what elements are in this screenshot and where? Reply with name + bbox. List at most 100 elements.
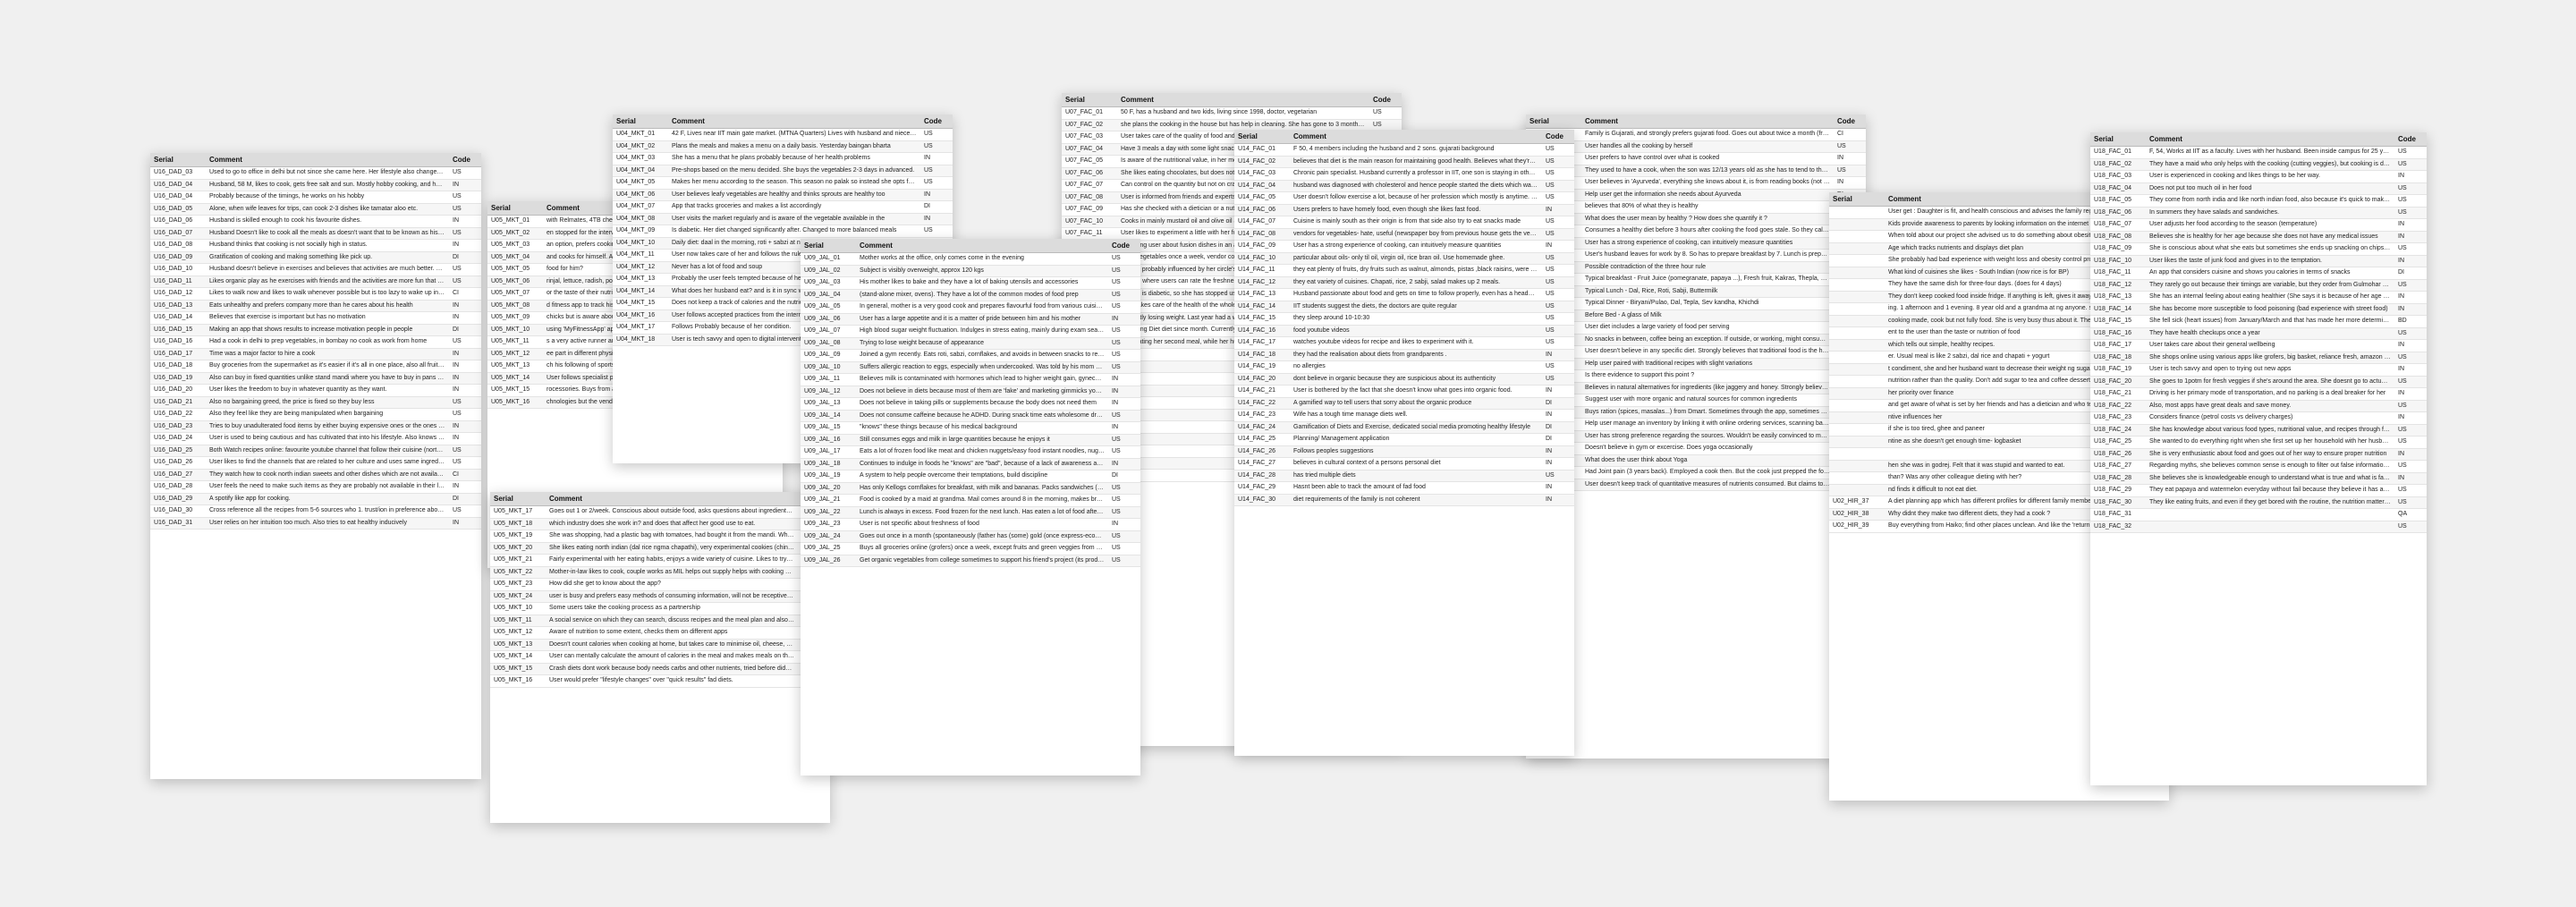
code-cell: US xyxy=(920,128,953,141)
table-row: U14_FAC_16 food youtube videos US xyxy=(1234,325,1574,337)
serial-cell: U16_DAD_04 xyxy=(150,191,206,204)
serial-cell: U09_JAL_09 xyxy=(801,349,856,362)
table-row: U14_FAC_23 Wife has a tough time manage d… xyxy=(1234,409,1574,422)
comment-cell: She has an internal feeling about eating… xyxy=(2146,291,2394,304)
table-row: U18_FAC_11 An app that considers cuisine … xyxy=(2090,267,2427,280)
comment-cell: Before Bed - A glass of Milk xyxy=(1581,309,1834,322)
code-cell: IN xyxy=(1542,457,1574,470)
serial-cell xyxy=(1829,315,1885,327)
code-cell: IN xyxy=(449,179,481,191)
serial-cell: U14_FAC_23 xyxy=(1234,409,1290,422)
comment-cell: Mother-in-law likes to cook, couple work… xyxy=(546,566,798,579)
table-row: U14_FAC_30 diet requirements of the famil… xyxy=(1234,494,1574,506)
serial-cell: U05_MKT_01 xyxy=(487,215,543,228)
serial-cell: U18_FAC_25 xyxy=(2090,436,2146,449)
comment-cell: A system to help people overcome their t… xyxy=(856,470,1108,483)
comment-cell: Believes in natural alternatives for ing… xyxy=(1581,382,1834,394)
serial-cell xyxy=(1829,351,1885,364)
serial-cell: U14_FAC_12 xyxy=(1234,276,1290,289)
table-row: U18_FAC_30 They like eating fruits, and e… xyxy=(2090,496,2427,509)
comment-cell: vendors for vegetables- hate, useful (ne… xyxy=(1290,228,1542,241)
comment-cell: Eats a lot of frozen food like meat and … xyxy=(856,445,1108,459)
comment-cell: they eat variety of cuisines. Chapati, r… xyxy=(1290,276,1542,289)
comment-cell: Also, most apps have great deals and sav… xyxy=(2146,400,2394,412)
serial-cell: U05_MKT_16 xyxy=(490,674,546,688)
table-row: U18_FAC_03 User is experienced in cooking… xyxy=(2090,170,2427,183)
code-cell: US xyxy=(1542,156,1574,168)
table-row: U15_FAC_04They used to have a cook, when… xyxy=(1526,165,1866,177)
code-cell: US xyxy=(1542,470,1574,482)
code-cell: US xyxy=(2394,460,2427,473)
serial-cell: U04_MKT_06 xyxy=(613,189,668,201)
code-cell: DI xyxy=(449,251,481,264)
serial-header: Serial xyxy=(801,239,856,253)
comment-cell: Goes out once in a month (spontaneously … xyxy=(856,530,1108,543)
serial-cell: U05_MKT_12 xyxy=(487,348,543,360)
serial-cell: U05_MKT_20 xyxy=(490,542,546,555)
code-cell: IN xyxy=(449,311,481,325)
table-row: U18_FAC_13 She has an internal feeling ab… xyxy=(2090,291,2427,304)
code-cell: IN xyxy=(449,517,481,530)
serial-header: Serial xyxy=(1526,114,1581,129)
serial-cell: U16_DAD_05 xyxy=(150,203,206,216)
serial-cell: U07_FAC_11 xyxy=(1062,227,1117,241)
comment-cell: No snacks in between, coffee being an ex… xyxy=(1581,334,1834,346)
comment-cell: Cuisine is mainly south as their origin … xyxy=(1290,216,1542,229)
table-row: U09_JAL_22 Lunch is always in excess. Foo… xyxy=(801,506,1140,519)
code-cell: IN xyxy=(1108,458,1140,470)
code-cell: US xyxy=(1542,360,1574,374)
comment-cell: In summers they have salads and sandwich… xyxy=(2146,207,2394,219)
serial-cell: U09_JAL_05 xyxy=(801,301,856,314)
serial-cell: U14_FAC_13 xyxy=(1234,288,1290,301)
comment-cell: User has a strong experience of cooking,… xyxy=(1290,240,1542,253)
table-row: U05_MKT_12 Aware of nutrition to some ext… xyxy=(490,626,830,640)
serial-cell: U04_MKT_10 xyxy=(613,237,668,250)
serial-cell: U07_FAC_01 xyxy=(1062,106,1117,120)
serial-cell: U09_JAL_22 xyxy=(801,506,856,519)
table-row: U04_MKT_04 Pre-shops based on the menu de… xyxy=(613,165,953,177)
comment-cell: She has a menu that he plans probably be… xyxy=(668,152,920,165)
serial-cell: U14_FAC_22 xyxy=(1234,397,1290,410)
header-row: SerialCommentCode xyxy=(1526,114,1866,129)
table-row: U15_FAC_07believes that 80% of what they… xyxy=(1526,200,1866,214)
comment-cell: They have a maid who only helps with the… xyxy=(2146,158,2394,171)
spreadsheet-sheet: Serial Comment Code U14_FAC_01 F 50, 4 membe… xyxy=(1234,130,1574,756)
serial-cell: U18_FAC_28 xyxy=(2090,472,2146,485)
code-cell: US xyxy=(1542,180,1574,192)
table-row: U16_DAD_18 Buy groceries from the superma… xyxy=(150,360,481,373)
serial-cell: U14_FAC_02 xyxy=(1234,156,1290,168)
serial-cell: U18_FAC_22 xyxy=(2090,400,2146,412)
serial-cell: U16_DAD_12 xyxy=(150,287,206,301)
comment-header: Comment xyxy=(856,239,1108,253)
comment-cell: Typical Dinner - Biryani/Pulao, Dal, Tep… xyxy=(1581,297,1834,310)
serial-cell: U05_MKT_15 xyxy=(490,663,546,675)
comment-cell: User has a strong experience of cooking,… xyxy=(1581,237,1834,250)
table-row: U15_FAC_18No snacks in between, coffee b… xyxy=(1526,334,1866,346)
code-cell: IN xyxy=(1108,397,1140,411)
serial-cell: U05_MKT_10 xyxy=(490,602,546,615)
code-cell: US xyxy=(1108,265,1140,277)
comment-table: SerialCommentCodeU15_FAC_01Family is Guj… xyxy=(1526,114,1866,491)
serial-cell: U05_MKT_14 xyxy=(490,650,546,664)
comment-cell: His mother likes to bake and they have a… xyxy=(856,276,1108,290)
table-row: U16_DAD_04 Probably because of the timing… xyxy=(150,191,481,204)
table-row: U18_FAC_32 US xyxy=(2090,521,2427,533)
table-row: U05_MKT_17 Goes out 1 or 2/week. Consciou… xyxy=(490,505,830,519)
table-row: U18_FAC_28 She believes she is knowledgea… xyxy=(2090,472,2427,485)
comment-cell: which industry does she work in? and doe… xyxy=(546,518,798,530)
serial-cell: U18_FAC_10 xyxy=(2090,255,2146,267)
table-row: U14_FAC_07 Cuisine is mainly south as the… xyxy=(1234,216,1574,229)
table-row: U14_FAC_28 has tried multiple diets US xyxy=(1234,470,1574,482)
code-cell: IN xyxy=(1542,385,1574,398)
code-cell: IN xyxy=(2394,303,2427,316)
table-row: U18_FAC_16 They have health checkups once… xyxy=(2090,327,2427,340)
serial-cell xyxy=(1829,242,1885,255)
comment-cell: She believes she is knowledgeable enough… xyxy=(2146,472,2394,485)
comment-cell: believes that 80% of what they is health… xyxy=(1581,200,1834,214)
code-cell: US xyxy=(2394,400,2427,412)
table-row: U18_FAC_09 She is conscious about what sh… xyxy=(2090,242,2427,256)
comment-cell: they eat plenty of fruits, dry fruits su… xyxy=(1290,264,1542,277)
table-row: U14_FAC_04 husband was diagnosed with cho… xyxy=(1234,180,1574,192)
table-row: U15_FAC_11User's husband leaves for work… xyxy=(1526,249,1866,262)
serial-cell: U18_FAC_14 xyxy=(2090,303,2146,316)
